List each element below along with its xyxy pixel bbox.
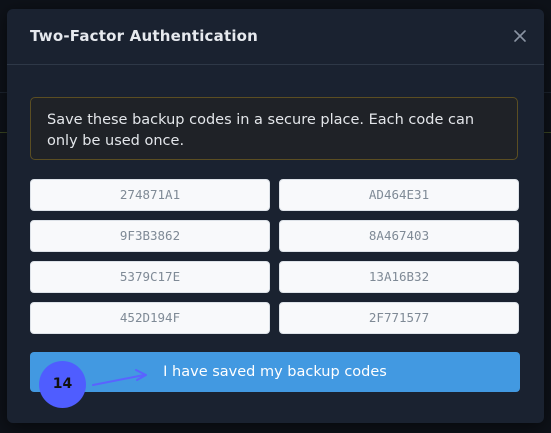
close-icon — [510, 26, 530, 46]
backup-code[interactable]: 5379C17E — [30, 261, 270, 293]
backup-code[interactable]: AD464E31 — [279, 179, 519, 211]
step-number-badge: 14 — [39, 361, 86, 408]
close-button[interactable] — [510, 26, 530, 46]
backup-code[interactable]: 8A467403 — [279, 220, 519, 252]
backup-code[interactable]: 2F771577 — [279, 302, 519, 334]
backup-code[interactable]: 274871A1 — [30, 179, 270, 211]
backup-codes-warning: Save these backup codes in a secure plac… — [30, 97, 518, 160]
modal-title: Two-Factor Authentication — [30, 27, 259, 45]
two-factor-modal: Two-Factor Authentication Save these bac… — [7, 9, 544, 423]
backup-code[interactable]: 452D194F — [30, 302, 270, 334]
backup-code[interactable]: 13A16B32 — [279, 261, 519, 293]
modal-header: Two-Factor Authentication — [7, 9, 544, 65]
backup-code[interactable]: 9F3B3862 — [30, 220, 270, 252]
pointer-arrow-icon — [90, 366, 152, 394]
